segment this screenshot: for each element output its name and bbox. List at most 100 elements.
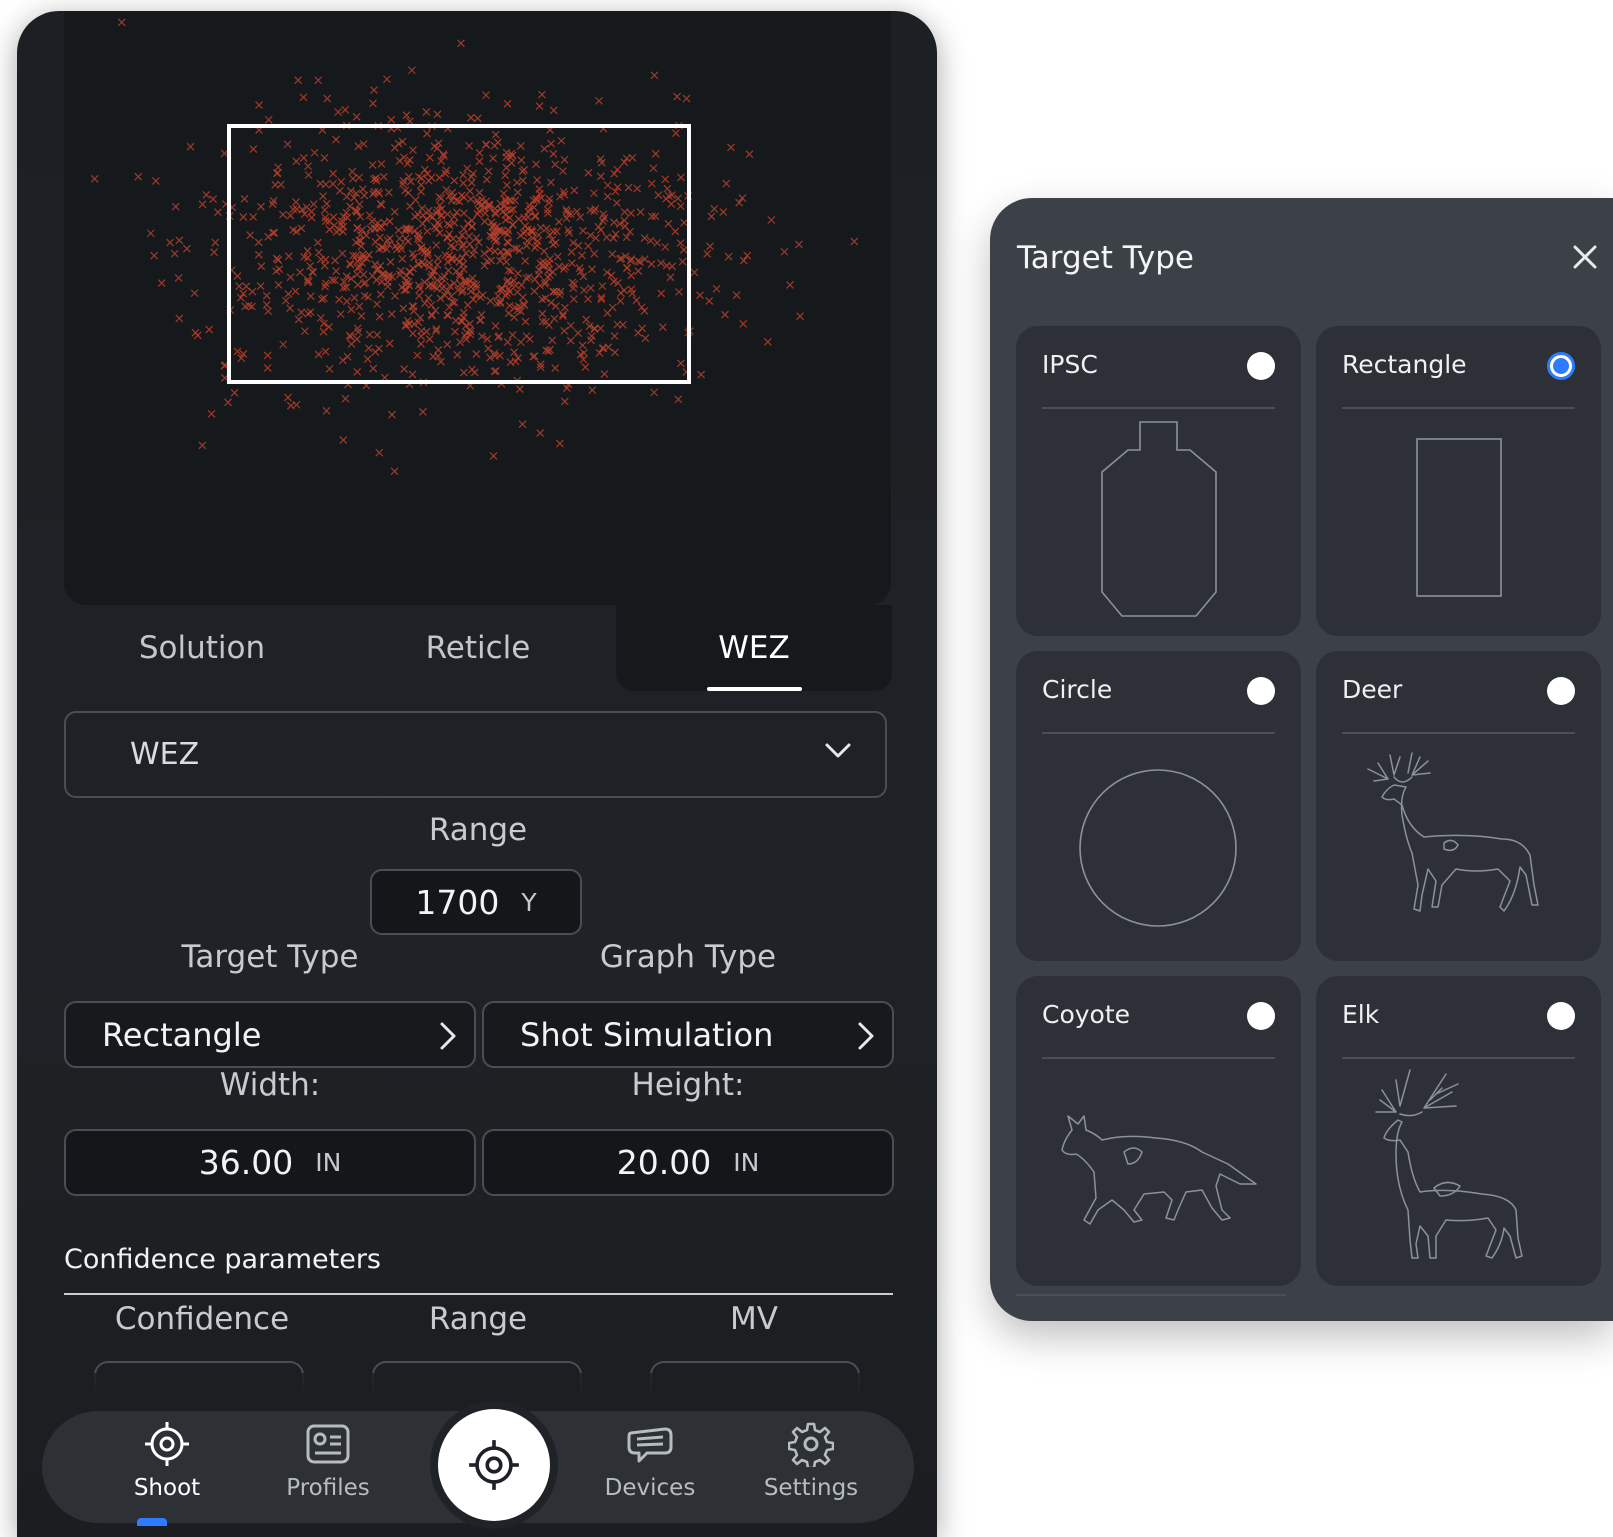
option-radio[interactable] xyxy=(1247,1002,1275,1030)
shot-mark xyxy=(306,262,315,270)
shot-mark xyxy=(363,355,372,363)
height-input[interactable]: 20.00 IN xyxy=(482,1129,894,1196)
shot-mark xyxy=(359,270,368,279)
shot-mark xyxy=(353,270,361,279)
shot-mark xyxy=(603,192,612,201)
shot-mark xyxy=(603,181,612,190)
shot-mark xyxy=(417,340,425,348)
confidence-column-label: Confidence xyxy=(114,1301,290,1337)
target-type-label: Target Type xyxy=(181,939,359,975)
shot-mark xyxy=(450,212,459,221)
shot-mark xyxy=(320,261,329,270)
shot-mark xyxy=(306,292,315,301)
option-name: Rectangle xyxy=(1342,350,1467,379)
shot-mark xyxy=(674,395,683,404)
shot-mark xyxy=(339,222,348,231)
ipsc-target-icon xyxy=(1101,421,1217,617)
confidence-section-title: Confidence parameters xyxy=(64,1244,381,1275)
nav-shoot[interactable]: Shoot xyxy=(87,1421,247,1501)
shot-mark xyxy=(425,259,434,267)
shot-mark xyxy=(510,348,519,357)
target-option-elk[interactable]: Elk xyxy=(1316,976,1601,1286)
shot-mark xyxy=(738,194,747,202)
shot-mark xyxy=(387,115,396,124)
tab-solution[interactable]: Solution xyxy=(64,605,340,691)
shot-mark xyxy=(596,225,605,234)
shot-mark xyxy=(385,339,394,348)
shot-mark xyxy=(353,367,362,376)
shot-mark xyxy=(385,217,394,226)
shot-mark xyxy=(545,195,554,203)
shot-mark xyxy=(314,76,323,85)
shot-mark xyxy=(175,314,184,323)
shot-mark xyxy=(518,420,527,429)
option-radio-selected[interactable] xyxy=(1547,352,1575,380)
center-shoot-button[interactable] xyxy=(438,1409,550,1521)
shot-mark xyxy=(307,213,316,222)
shot-mark xyxy=(651,212,660,221)
shot-mark xyxy=(405,267,414,276)
shot-mark xyxy=(321,180,330,189)
target-option-rectangle[interactable]: Rectangle xyxy=(1316,326,1601,636)
graph-type-button[interactable]: Shot Simulation xyxy=(482,1001,894,1068)
nav-profiles[interactable]: Profiles xyxy=(248,1421,408,1501)
close-icon[interactable] xyxy=(1572,244,1598,270)
shot-mark xyxy=(414,210,422,219)
shot-mark xyxy=(557,136,566,145)
shot-mark xyxy=(186,142,195,151)
option-radio[interactable] xyxy=(1547,1002,1575,1030)
shot-mark xyxy=(423,227,432,236)
shot-mark xyxy=(599,344,608,353)
shot-mark xyxy=(610,218,618,227)
shot-mark xyxy=(310,148,319,157)
shot-mark xyxy=(249,213,258,221)
shot-mark xyxy=(373,330,382,339)
shot-mark xyxy=(368,271,377,280)
shot-mark xyxy=(679,245,688,254)
gear-icon xyxy=(788,1422,834,1467)
shot-mark xyxy=(329,180,337,188)
tab-wez[interactable]: WEZ xyxy=(616,605,892,691)
target-type-value: Rectangle xyxy=(102,1015,262,1054)
option-radio[interactable] xyxy=(1547,677,1575,705)
target-option-deer[interactable]: Deer xyxy=(1316,651,1601,961)
target-option-ipsc[interactable]: IPSC xyxy=(1016,326,1301,636)
shot-mark xyxy=(304,309,313,318)
nav-settings[interactable]: Settings xyxy=(731,1421,891,1501)
shot-mark xyxy=(235,282,244,291)
shot-mark xyxy=(170,249,179,258)
shot-mark xyxy=(254,250,263,259)
shot-mark xyxy=(262,291,271,300)
tab-reticle[interactable]: Reticle xyxy=(340,605,616,691)
shot-mark xyxy=(430,142,439,151)
shot-mark xyxy=(705,297,714,305)
shot-mark xyxy=(355,302,364,311)
mode-select[interactable]: WEZ xyxy=(64,711,887,798)
target-option-circle[interactable]: Circle xyxy=(1016,651,1301,961)
shot-mark xyxy=(202,190,211,199)
shot-mark xyxy=(489,452,498,460)
shot-mark xyxy=(443,340,452,349)
shot-mark xyxy=(331,256,340,265)
option-name: Deer xyxy=(1342,675,1403,704)
nav-devices[interactable]: Devices xyxy=(570,1421,730,1501)
shot-mark xyxy=(535,266,543,274)
shot-mark xyxy=(434,139,443,148)
target-option-coyote[interactable]: Coyote xyxy=(1016,976,1301,1286)
deer-target-icon xyxy=(1367,752,1539,912)
target-type-button[interactable]: Rectangle xyxy=(64,1001,476,1068)
range-input[interactable]: 1700 Y xyxy=(370,869,582,935)
shot-mark xyxy=(547,298,556,307)
option-radio[interactable] xyxy=(1247,352,1275,380)
shot-mark xyxy=(300,327,309,336)
shot-mark xyxy=(627,209,635,218)
shot-mark xyxy=(850,237,859,246)
graph-type-label: Graph Type xyxy=(599,939,777,975)
shot-mark xyxy=(248,287,257,296)
shot-mark xyxy=(239,213,248,221)
option-radio[interactable] xyxy=(1247,677,1275,705)
shot-mark xyxy=(254,238,263,247)
width-input[interactable]: 36.00 IN xyxy=(64,1129,476,1196)
shot-mark xyxy=(409,307,418,316)
shot-mark xyxy=(434,254,443,263)
